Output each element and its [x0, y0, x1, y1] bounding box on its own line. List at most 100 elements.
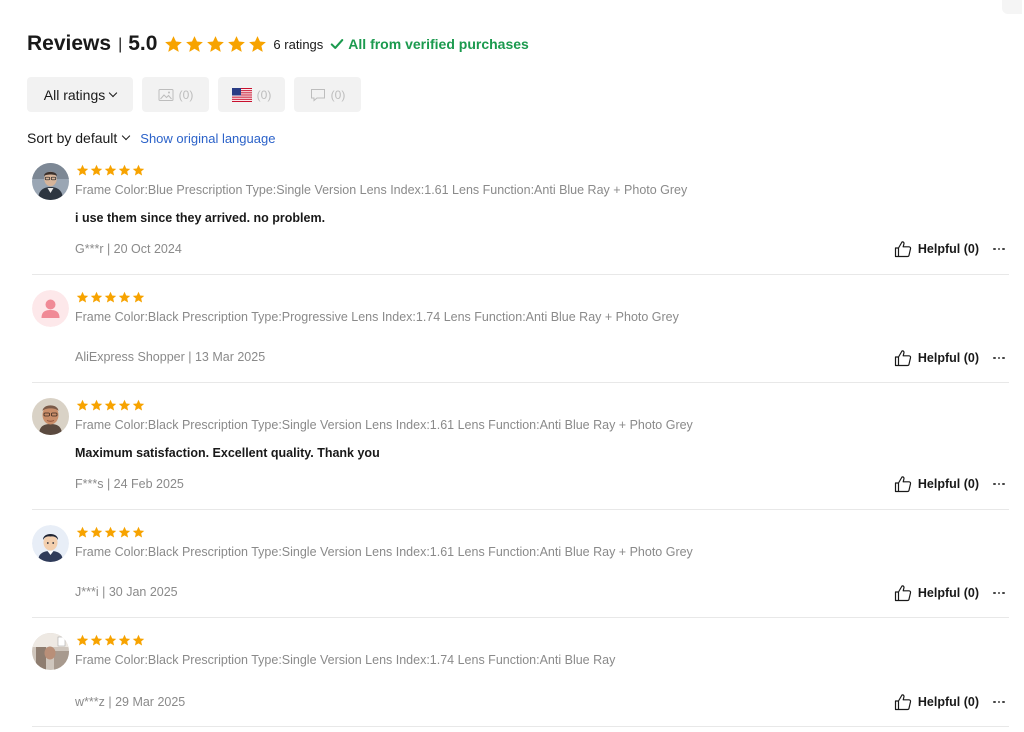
image-icon	[158, 88, 174, 101]
star-icon	[104, 399, 117, 411]
review-item: Frame Color:Black Prescription Type:Sing…	[32, 398, 1009, 510]
star-icon	[249, 35, 267, 52]
review-item: Frame Color:Black Prescription Type:Prog…	[32, 290, 1009, 383]
star-icon	[186, 35, 204, 52]
star-icon	[118, 291, 131, 303]
sort-dropdown[interactable]: Sort by default	[27, 130, 131, 146]
country-count: (0)	[256, 87, 272, 102]
photos-filter[interactable]: (0)	[142, 77, 209, 112]
helpful-button[interactable]: Helpful (0)	[894, 475, 979, 493]
star-icon	[104, 164, 117, 176]
review-stars	[76, 399, 145, 412]
helpful-button[interactable]: Helpful (0)	[894, 349, 979, 367]
ratings-count: 6 ratings	[273, 36, 324, 52]
thumbs-up-icon	[894, 585, 912, 602]
star-icon	[132, 634, 145, 646]
reviews-header: Reviews | 5.0 6 ratings All from verifie…	[27, 30, 529, 58]
more-options-icon[interactable]	[989, 351, 1009, 365]
star-icon	[76, 399, 89, 411]
all-ratings-dropdown[interactable]: All ratings	[27, 77, 133, 112]
review-stars	[76, 634, 145, 647]
star-icon	[118, 399, 131, 411]
header-separator: |	[118, 36, 123, 53]
thumbs-up-icon	[894, 476, 912, 493]
helpful-button[interactable]: Helpful (0)	[894, 240, 979, 258]
average-stars	[164, 35, 267, 54]
helpful-label: Helpful (0)	[917, 477, 979, 491]
reviews-title: Reviews	[27, 32, 112, 55]
helpful-label: Helpful (0)	[917, 351, 979, 365]
comment-icon	[310, 88, 325, 102]
helpful-label: Helpful (0)	[917, 695, 979, 709]
reviewer-avatar	[32, 525, 69, 562]
chevron-down-icon	[108, 88, 118, 97]
show-original-language-link[interactable]: Show original language	[140, 131, 275, 146]
more-options-icon[interactable]	[989, 242, 1009, 256]
helpful-button[interactable]: Helpful (0)	[894, 584, 979, 602]
comments-count: (0)	[330, 87, 346, 102]
review-attributes: Frame Color:Black Prescription Type:Prog…	[75, 310, 679, 324]
comments-filter[interactable]: (0)	[294, 77, 361, 112]
star-icon	[132, 291, 145, 303]
star-icon	[76, 291, 89, 303]
review-attributes: Frame Color:Black Prescription Type:Sing…	[75, 545, 693, 559]
more-options-icon[interactable]	[989, 477, 1009, 491]
review-text: i use them since they arrived. no proble…	[75, 211, 326, 225]
thumbs-up-icon	[894, 694, 912, 711]
reviewer-avatar	[32, 290, 69, 327]
review-stars	[76, 526, 145, 539]
star-icon	[165, 35, 183, 52]
reviewer-avatar	[32, 633, 69, 670]
sort-row: Sort by default Show original language	[27, 130, 275, 146]
more-options-icon[interactable]	[989, 586, 1009, 600]
star-icon	[90, 526, 103, 538]
us-flag-icon	[231, 87, 252, 102]
star-icon	[104, 291, 117, 303]
review-author-date: J***i | 30 Jan 2025	[75, 585, 178, 599]
all-ratings-label: All ratings	[43, 86, 106, 103]
star-icon	[132, 164, 145, 176]
reviewer-avatar	[32, 398, 69, 435]
review-stars	[76, 291, 145, 304]
review-author-date: w***z | 29 Mar 2025	[75, 695, 186, 709]
thumbs-up-icon	[894, 350, 912, 367]
star-icon	[76, 634, 89, 646]
sort-label: Sort by default	[27, 130, 118, 146]
filter-bar: All ratings (0) (0) (0)	[27, 77, 361, 112]
star-icon	[118, 164, 131, 176]
star-icon	[118, 634, 131, 646]
star-icon	[90, 399, 103, 411]
verified-text: All from verified purchases	[348, 36, 529, 52]
review-item: Frame Color:Black Prescription Type:Sing…	[32, 633, 1009, 727]
star-icon	[76, 164, 89, 176]
star-icon	[104, 526, 117, 538]
star-icon	[207, 35, 225, 52]
review-stars	[76, 164, 145, 177]
helpful-label: Helpful (0)	[917, 586, 979, 600]
review-author-date: G***r | 20 Oct 2024	[75, 242, 182, 256]
checkmark-icon	[330, 39, 344, 49]
reviews-page: Reviews | 5.0 6 ratings All from verifie…	[0, 0, 1024, 732]
star-icon	[228, 35, 246, 52]
photos-count: (0)	[178, 87, 194, 102]
verified-badge: All from verified purchases	[330, 36, 529, 52]
review-attributes: Frame Color:Black Prescription Type:Sing…	[75, 653, 616, 667]
review-attributes: Frame Color:Black Prescription Type:Sing…	[75, 418, 693, 432]
more-options-icon[interactable]	[989, 695, 1009, 709]
average-score: 5.0	[128, 32, 158, 55]
review-item: Frame Color:Blue Prescription Type:Singl…	[32, 163, 1009, 275]
star-icon	[90, 164, 103, 176]
corner-widget[interactable]	[1002, 0, 1022, 14]
review-author-date: AliExpress Shopper | 13 Mar 2025	[75, 350, 266, 364]
review-text: Maximum satisfaction. Excellent quality.…	[75, 446, 380, 460]
thumbs-up-icon	[894, 241, 912, 258]
star-icon	[76, 526, 89, 538]
star-icon	[118, 526, 131, 538]
review-attributes: Frame Color:Blue Prescription Type:Singl…	[75, 183, 688, 197]
review-item: Frame Color:Black Prescription Type:Sing…	[32, 525, 1009, 618]
chevron-down-icon	[122, 131, 131, 141]
helpful-button[interactable]: Helpful (0)	[894, 693, 979, 711]
star-icon	[90, 291, 103, 303]
country-filter[interactable]: (0)	[218, 77, 285, 112]
helpful-label: Helpful (0)	[917, 242, 979, 256]
